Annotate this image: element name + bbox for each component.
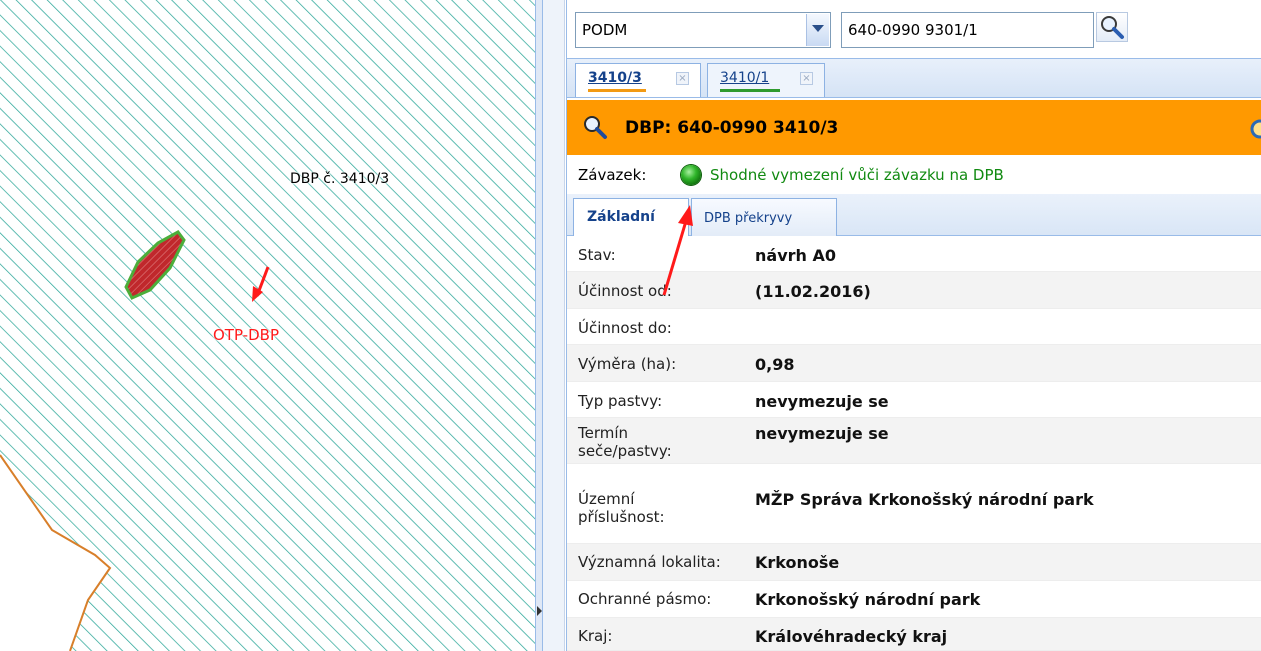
attr-label: Územní příslušnost: <box>578 490 665 526</box>
tab-parcel-3410-3[interactable]: 3410/3 × <box>575 63 701 97</box>
map-view[interactable]: DBP č. 3410/3 OTP-DBP <box>0 0 535 651</box>
type-select[interactable]: PODM <box>575 12 831 48</box>
dropdown-button[interactable] <box>806 14 829 46</box>
otp-map-label: OTP-DBP <box>213 326 279 344</box>
attr-value: návrh A0 <box>755 246 836 265</box>
panel-edge-strip <box>543 0 565 651</box>
table-row: Kraj: Královéhradecký kraj <box>567 618 1261 651</box>
attr-value: Krkonošský národní park <box>755 590 981 609</box>
attr-label: Ochranné pásmo: <box>578 590 712 608</box>
search-icon <box>1101 16 1124 39</box>
parcel-title: DBP: 640-0990 3410/3 <box>625 118 839 138</box>
table-row: Účinnost do: <box>567 309 1261 345</box>
tab-color-indicator <box>720 89 780 92</box>
parcel-map-label: DBP č. 3410/3 <box>290 171 390 187</box>
attr-value: Královéhradecký kraj <box>755 627 948 646</box>
attr-value: (11.02.2016) <box>755 282 871 301</box>
tab-label: DPB překryvy <box>704 211 793 226</box>
chevron-down-icon <box>812 25 824 32</box>
attr-value: Krkonoše <box>755 553 840 572</box>
type-select-value: PODM <box>582 21 628 39</box>
table-row: Ochranné pásmo: Krkonošský národní park <box>567 581 1261 618</box>
table-row: Významná lokalita: Krkonoše <box>567 544 1261 581</box>
close-icon[interactable]: × <box>800 72 813 85</box>
commitment-row: Závazek: Shodné vymezení vůči závazku na… <box>567 156 1261 194</box>
attr-label: Významná lokalita: <box>578 553 721 571</box>
attr-label: Účinnost do: <box>578 319 672 337</box>
attr-value: 0,98 <box>755 355 795 374</box>
tab-dpb-prekryvy[interactable]: DPB překryvy <box>691 198 837 236</box>
attr-value: nevymezuje se <box>755 424 889 443</box>
attr-value: MŽP Správa Krkonošský národní park <box>755 490 1094 509</box>
panel-splitter[interactable] <box>535 0 543 651</box>
search-icon[interactable] <box>581 113 609 141</box>
tab-parcel-3410-1[interactable]: 3410/1 × <box>707 63 825 97</box>
attr-label: Kraj: <box>578 627 613 645</box>
tab-label: 3410/1 <box>720 70 770 86</box>
annotation-arrow <box>662 205 693 296</box>
search-bar: PODM <box>567 0 1261 58</box>
attr-label: Výměra (ha): <box>578 355 677 373</box>
collapse-arrow-icon[interactable] <box>537 606 542 616</box>
search-button[interactable] <box>1096 12 1128 42</box>
refresh-icon[interactable] <box>1249 118 1261 140</box>
attr-label: Termín seče/pastvy: <box>578 424 672 460</box>
search-input[interactable] <box>841 12 1094 48</box>
close-icon[interactable]: × <box>676 72 689 85</box>
tab-label: 3410/3 <box>588 70 642 86</box>
parcel-tab-strip: 3410/3 × 3410/1 × <box>567 58 1261 98</box>
attr-label: Typ pastvy: <box>578 392 663 410</box>
table-row: Výměra (ha): 0,98 <box>567 345 1261 382</box>
table-row: Termín seče/pastvy: nevymezuje se <box>567 418 1261 464</box>
status-indicator-icon <box>681 165 701 185</box>
attr-value: nevymezuje se <box>755 392 889 411</box>
table-row: Typ pastvy: nevymezuje se <box>567 382 1261 418</box>
commitment-status: Shodné vymezení vůči závazku na DPB <box>710 166 1004 184</box>
tab-color-indicator <box>588 89 646 92</box>
commitment-label: Závazek: <box>578 166 647 184</box>
table-row: Územní příslušnost: MŽP Správa Krkonošsk… <box>567 464 1261 544</box>
info-panel: PODM 3410/3 × 3410/1 × DB <box>566 0 1261 651</box>
parcel-header: DBP: 640-0990 3410/3 <box>567 100 1261 155</box>
